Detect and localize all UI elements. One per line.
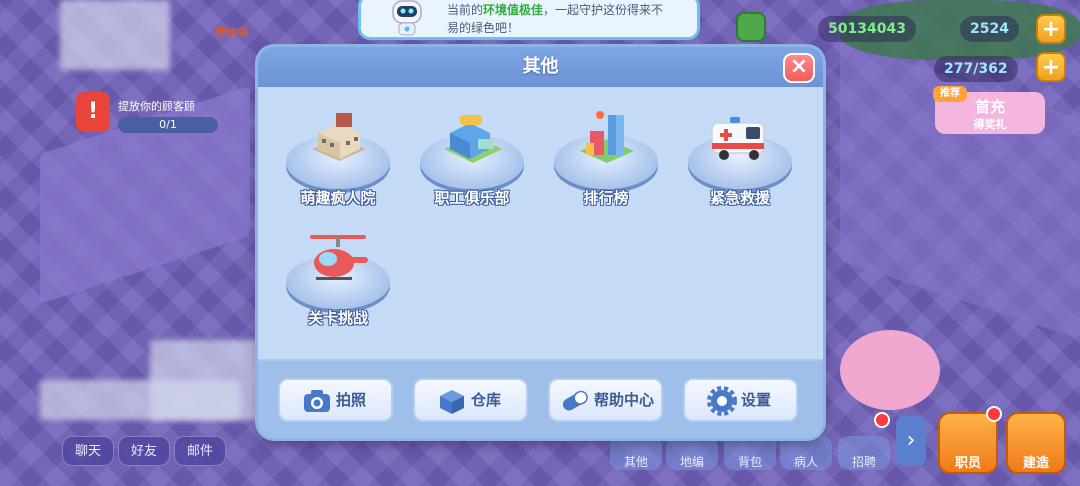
other-button[interactable]: 其他 (610, 436, 662, 470)
add-capacity-button[interactable]: + (1036, 52, 1066, 82)
warehouse-box-icon (440, 390, 464, 414)
mail-button[interactable]: 邮件 (174, 436, 226, 466)
tile-label: 排行榜 (583, 189, 629, 207)
gear-icon (707, 386, 737, 416)
pill-help-icon (562, 390, 588, 411)
dialog-title: 其他 (258, 47, 823, 87)
tile-label: 关卡挑战 (307, 309, 368, 327)
first-recharge-promo[interactable]: 推荐 首充 得奖礼 (933, 86, 1045, 134)
tile-label: 职工俱乐部 (434, 189, 510, 207)
patients-button[interactable]: 病人 (780, 436, 832, 470)
tile-label: 紧急救援 (709, 189, 770, 207)
warehouse-button[interactable]: 仓库 (413, 378, 528, 422)
friends-button[interactable]: 好友 (118, 436, 170, 466)
staff-club-icon (444, 115, 502, 163)
notice-highlight: 环境值极佳 (483, 3, 544, 17)
staff-button[interactable]: 职员 (938, 412, 998, 474)
feature-grid: 萌趣疯人院 职工俱乐部 排行榜 紧急救援 关卡挑战 (258, 87, 823, 359)
promo-subtitle: 得奖礼 (973, 118, 1007, 131)
settings-button[interactable]: 设置 (683, 378, 798, 422)
alert-icon[interactable]: ! (76, 92, 110, 132)
blurred-region (40, 380, 240, 420)
build-button[interactable]: 建造 (1006, 412, 1066, 474)
notice-line2: 易的绿色吧！ (447, 21, 520, 35)
ranking-tower-icon (580, 111, 634, 163)
capacity-counter: 277/362 (934, 56, 1018, 82)
expand-arrow-button[interactable]: › (896, 416, 926, 466)
building-status-label: 劳动中 (215, 26, 248, 39)
map-edit-button[interactable]: 地编 (666, 436, 718, 470)
add-gems-button[interactable]: + (1036, 14, 1066, 44)
tile-label: 萌趣疯人院 (300, 189, 376, 207)
photo-button[interactable]: 拍照 (278, 378, 393, 422)
scene-tree (840, 330, 940, 410)
tile-emergency-rescue[interactable]: 紧急救援 (684, 109, 796, 209)
staff-notification-dot (986, 406, 1002, 422)
cash-icon[interactable] (736, 12, 766, 42)
environment-notice-banner: 当前的环境值极佳，一起守护这份得来不 易的绿色吧！ (358, 0, 700, 40)
backpack-button[interactable]: 背包 (724, 436, 776, 470)
tile-level-challenge[interactable]: 关卡挑战 (282, 229, 394, 329)
dialog-footer: 拍照 仓库 帮助中心 设置 (258, 359, 823, 438)
upgrade-tip: 提放你的顾客顾 (118, 100, 195, 113)
ambulance-icon (711, 117, 765, 160)
recruit-notification-dot (874, 412, 890, 428)
asylum-building-icon (312, 113, 366, 161)
notice-prefix: 当前的 (447, 3, 484, 17)
camera-icon (304, 390, 330, 412)
coin-counter: 50134043 (818, 16, 916, 42)
warehouse-button-label: 仓库 (471, 391, 502, 409)
photo-button-label: 拍照 (336, 391, 367, 409)
notice-suffix: ，一起守护这份得来不 (543, 3, 664, 17)
upgrade-progress-bar: 0/1 (118, 117, 218, 133)
tile-asylum[interactable]: 萌趣疯人院 (282, 109, 394, 209)
help-center-button-label: 帮助中心 (594, 391, 655, 409)
close-button[interactable]: × (783, 53, 815, 83)
blurred-region (60, 0, 170, 70)
recruit-button[interactable]: 招聘 (838, 436, 890, 470)
tile-ranking[interactable]: 排行榜 (550, 109, 662, 209)
tile-staff-club[interactable]: 职工俱乐部 (416, 109, 528, 209)
settings-button-label: 设置 (741, 391, 772, 409)
helicopter-icon (310, 235, 368, 280)
gem-counter: 2524 (960, 16, 1019, 42)
other-menu-dialog: 其他 × 萌趣疯人院 职工俱乐部 排行榜 紧急救援 关卡挑战 拍照 仓库 帮助中… (258, 47, 823, 438)
chat-button[interactable]: 聊天 (62, 436, 114, 466)
robot-icon (392, 0, 422, 36)
help-center-button[interactable]: 帮助中心 (548, 378, 663, 422)
promo-badge: 推荐 (933, 86, 967, 102)
